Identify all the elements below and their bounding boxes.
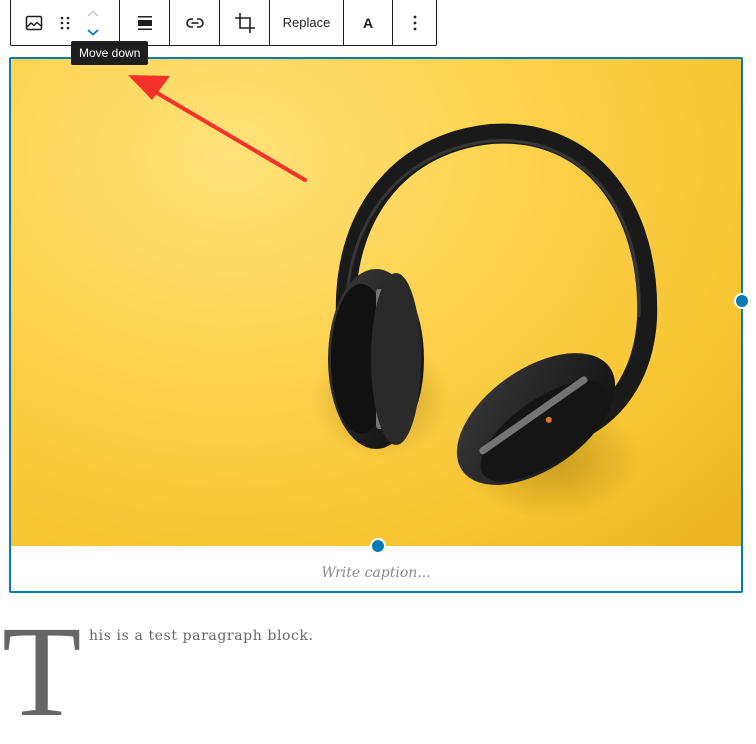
drag-handle[interactable]: [57, 0, 73, 45]
toolbar-group-link: [170, 0, 220, 45]
caption-input[interactable]: Write caption...: [11, 565, 741, 581]
paragraph-text[interactable]: his is a test paragraph block.: [89, 628, 314, 644]
chevron-down-icon: [87, 28, 99, 36]
more-vertical-icon: [413, 15, 416, 30]
crop-icon: [234, 12, 255, 33]
image-icon: [25, 15, 43, 30]
toolbar-group-crop: [220, 0, 270, 45]
toolbar-group-text: A: [344, 0, 393, 45]
text-overlay-button[interactable]: A: [363, 0, 373, 45]
toolbar-group-block: [11, 0, 120, 45]
more-options-button[interactable]: [413, 0, 417, 45]
drop-cap: T: [2, 600, 82, 744]
chevron-up-icon: [87, 9, 99, 17]
block-type-button[interactable]: [11, 0, 57, 45]
replace-button[interactable]: Replace: [283, 0, 331, 45]
headphones-illustration: [311, 123, 658, 519]
image-block[interactable]: Write caption...: [9, 57, 750, 593]
block-toolbar: Replace A: [10, 0, 437, 46]
resize-handle-right[interactable]: [734, 293, 750, 309]
headphones-image[interactable]: [11, 59, 741, 546]
move-down-tooltip: Move down: [71, 41, 149, 65]
resize-handle-bottom[interactable]: [370, 538, 386, 554]
toolbar-group-replace: Replace: [270, 0, 344, 45]
align-full-icon: [137, 15, 152, 30]
align-button[interactable]: [136, 0, 154, 45]
crop-button[interactable]: [234, 0, 256, 45]
toolbar-group-align: [120, 0, 170, 45]
link-icon: [185, 17, 204, 28]
move-up-button[interactable]: [86, 5, 100, 23]
drag-icon: [60, 16, 70, 29]
toolbar-group-more: [393, 0, 436, 45]
move-down-button[interactable]: [86, 23, 100, 41]
insert-link-button[interactable]: [185, 0, 205, 45]
block-mover: [73, 0, 113, 45]
